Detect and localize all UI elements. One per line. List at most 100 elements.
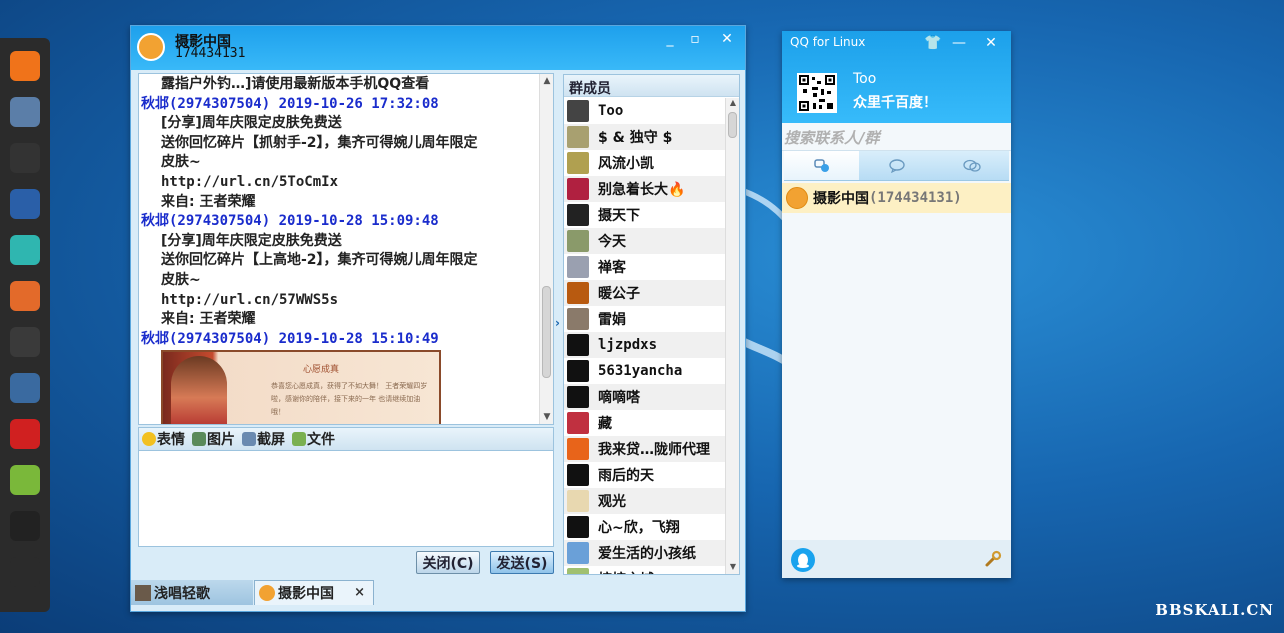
member-scroll-thumb[interactable] — [728, 112, 737, 138]
folder-icon — [10, 97, 40, 127]
dock-item[interactable] — [5, 46, 45, 86]
group-list-item[interactable]: 摄影中国 (174434131) — [782, 183, 1011, 213]
dock-item[interactable] — [5, 92, 45, 132]
recent-icon — [813, 158, 829, 172]
minimize-button[interactable]: _ — [661, 30, 679, 48]
skin-icon[interactable]: 👕 — [924, 34, 942, 52]
member-avatar — [567, 516, 589, 538]
message-text-line: 露指户外钓…]请使用最新版本手机QQ查看 — [161, 76, 430, 92]
member-item[interactable]: 5631yancha — [564, 358, 726, 384]
message-input[interactable] — [138, 451, 554, 547]
dock-item[interactable] — [5, 138, 45, 178]
file-icon — [292, 432, 306, 446]
app-grid-icon — [10, 557, 40, 587]
dock-item[interactable] — [5, 184, 45, 224]
member-name: 别急着长大🔥 — [598, 182, 686, 198]
member-scroll-up-arrow[interactable]: ▲ — [726, 98, 739, 110]
qq-menu-icon[interactable] — [790, 547, 816, 573]
member-item[interactable]: 嘀嘀嗒 — [564, 384, 726, 410]
member-item[interactable]: 我来贷…陇师代理 — [564, 436, 726, 462]
settings-wrench-icon[interactable] — [984, 550, 1002, 568]
qr-code-avatar[interactable] — [797, 73, 837, 113]
member-name: 风流小凯 — [598, 156, 654, 172]
tab-recent[interactable] — [784, 151, 859, 180]
member-item[interactable]: Too — [564, 98, 726, 124]
member-item[interactable]: 爱生活的小孩纸 — [564, 540, 726, 566]
emoji-button[interactable]: 表情 — [142, 429, 185, 449]
member-item[interactable]: 雷娟 — [564, 306, 726, 332]
member-name: 藏 — [598, 416, 612, 432]
dock-item[interactable] — [5, 414, 45, 454]
send-button[interactable]: 发送(S) — [490, 551, 554, 574]
close-window-button[interactable]: ✕ — [718, 30, 736, 48]
group-avatar-small — [259, 585, 275, 601]
member-avatar — [567, 204, 589, 226]
contact-avatar — [135, 584, 151, 601]
scroll-thumb[interactable] — [542, 286, 551, 378]
search-bar — [782, 123, 1011, 151]
message-list: 露指户外钓…]请使用最新版本手机QQ查看秋邶(2974307504) 2019-… — [139, 74, 539, 424]
message-scrollbar[interactable]: ▲ ▼ — [539, 74, 553, 424]
member-item[interactable]: 观光 — [564, 488, 726, 514]
message-sender-line: 秋邶(2974307504) 2019-10-26 17:32:08 — [141, 95, 439, 112]
member-avatar — [567, 386, 589, 408]
message-history[interactable]: 露指户外钓…]请使用最新版本手机QQ查看秋邶(2974307504) 2019-… — [138, 73, 554, 425]
close-button[interactable]: 关闭(C) — [416, 551, 480, 574]
dock-item[interactable] — [5, 506, 45, 546]
image-button[interactable]: 图片 — [192, 429, 235, 449]
member-scroll-down-arrow[interactable]: ▼ — [726, 562, 739, 574]
tab-groups[interactable] — [934, 151, 1009, 180]
dock-item[interactable] — [5, 322, 45, 362]
message-text-line: 皮肤~ — [161, 271, 201, 288]
close-window-button[interactable]: ✕ — [982, 34, 1000, 52]
member-avatar — [567, 308, 589, 330]
member-item[interactable]: 别急着长大🔥 — [564, 176, 726, 202]
user-signature[interactable]: 众里千百度！ — [853, 92, 937, 112]
member-item[interactable]: 藏 — [564, 410, 726, 436]
scroll-down-arrow[interactable]: ▼ — [540, 410, 553, 424]
member-item[interactable]: 禅客 — [564, 254, 726, 280]
member-name: 暖公子 — [598, 286, 640, 302]
dock-item[interactable] — [5, 276, 45, 316]
member-item[interactable]: 心~欣，飞翔 — [564, 514, 726, 540]
member-scrollbar[interactable]: ▲ ▼ — [725, 98, 739, 574]
member-item[interactable]: 榕榕之城 — [564, 566, 726, 574]
group-number: (174434131) — [869, 190, 962, 206]
dock-item[interactable] — [5, 230, 45, 270]
message-text-line: 送你回忆碎片【上高地-2】，集齐可得婉儿周年限定 — [161, 252, 478, 269]
member-item[interactable]: 风流小凯 — [564, 150, 726, 176]
scroll-up-arrow[interactable]: ▲ — [540, 74, 553, 88]
member-item[interactable]: 暖公子 — [564, 280, 726, 306]
minimize-button[interactable]: — — [950, 34, 968, 52]
screenshot-button[interactable]: 截屏 — [242, 429, 285, 449]
dock-item[interactable] — [5, 460, 45, 500]
maximize-button[interactable]: ▫ — [686, 30, 704, 48]
search-input[interactable] — [784, 129, 1004, 147]
message-text-line: http://url.cn/5ToCmIx — [161, 173, 339, 190]
member-item[interactable]: 摄天下 — [564, 202, 726, 228]
shared-image[interactable]: 心愿成真 恭喜您心愿成真，获得了不如大舞！ 王者荣耀四岁啦，感谢你的陪伴，接下来的… — [161, 350, 441, 424]
member-name: 榕榕之城 — [598, 569, 654, 574]
input-toolbar: 表情 图片 截屏 文件 — [138, 427, 554, 451]
dock-item[interactable] — [5, 552, 45, 592]
chat-title-bar[interactable]: 摄影中国 174434131 _ ▫ ✕ — [131, 26, 745, 70]
member-item[interactable]: ljzpdxs — [564, 332, 726, 358]
member-item[interactable]: 雨后的天 — [564, 462, 726, 488]
member-name: 雷娟 — [598, 312, 626, 328]
collapse-members-icon[interactable]: › — [555, 316, 560, 330]
dock-item[interactable] — [5, 368, 45, 408]
message-text-line: http://url.cn/57WWS5s — [161, 291, 339, 308]
member-name: 嘀嘀嗒 — [598, 390, 640, 406]
file-button[interactable]: 文件 — [292, 429, 335, 449]
group-chat-window: 摄影中国 174434131 _ ▫ ✕ 露指户外钓…]请使用最新版本手机QQ查… — [130, 25, 746, 612]
close-tab-icon[interactable]: × — [354, 585, 365, 600]
tab-浅唱轻歌[interactable]: 浅唱轻歌 — [131, 580, 253, 605]
message-text-line: [分享]周年庆限定皮肤免费送 — [161, 232, 342, 249]
member-name: $ & 独守 $ — [598, 130, 673, 146]
tab-contacts[interactable] — [859, 151, 934, 180]
app-title: QQ for Linux — [790, 35, 866, 49]
member-item[interactable]: $ & 独守 $ — [564, 124, 726, 150]
member-item[interactable]: 今天 — [564, 228, 726, 254]
tab-摄影中国[interactable]: 摄影中国 × — [254, 580, 374, 605]
group-member-panel: 群成员 Too $ & 独守 $ 风流小凯 别急着长大🔥 摄天下 今天 禅客 暖公子 雷娟 ljz… — [563, 74, 740, 575]
